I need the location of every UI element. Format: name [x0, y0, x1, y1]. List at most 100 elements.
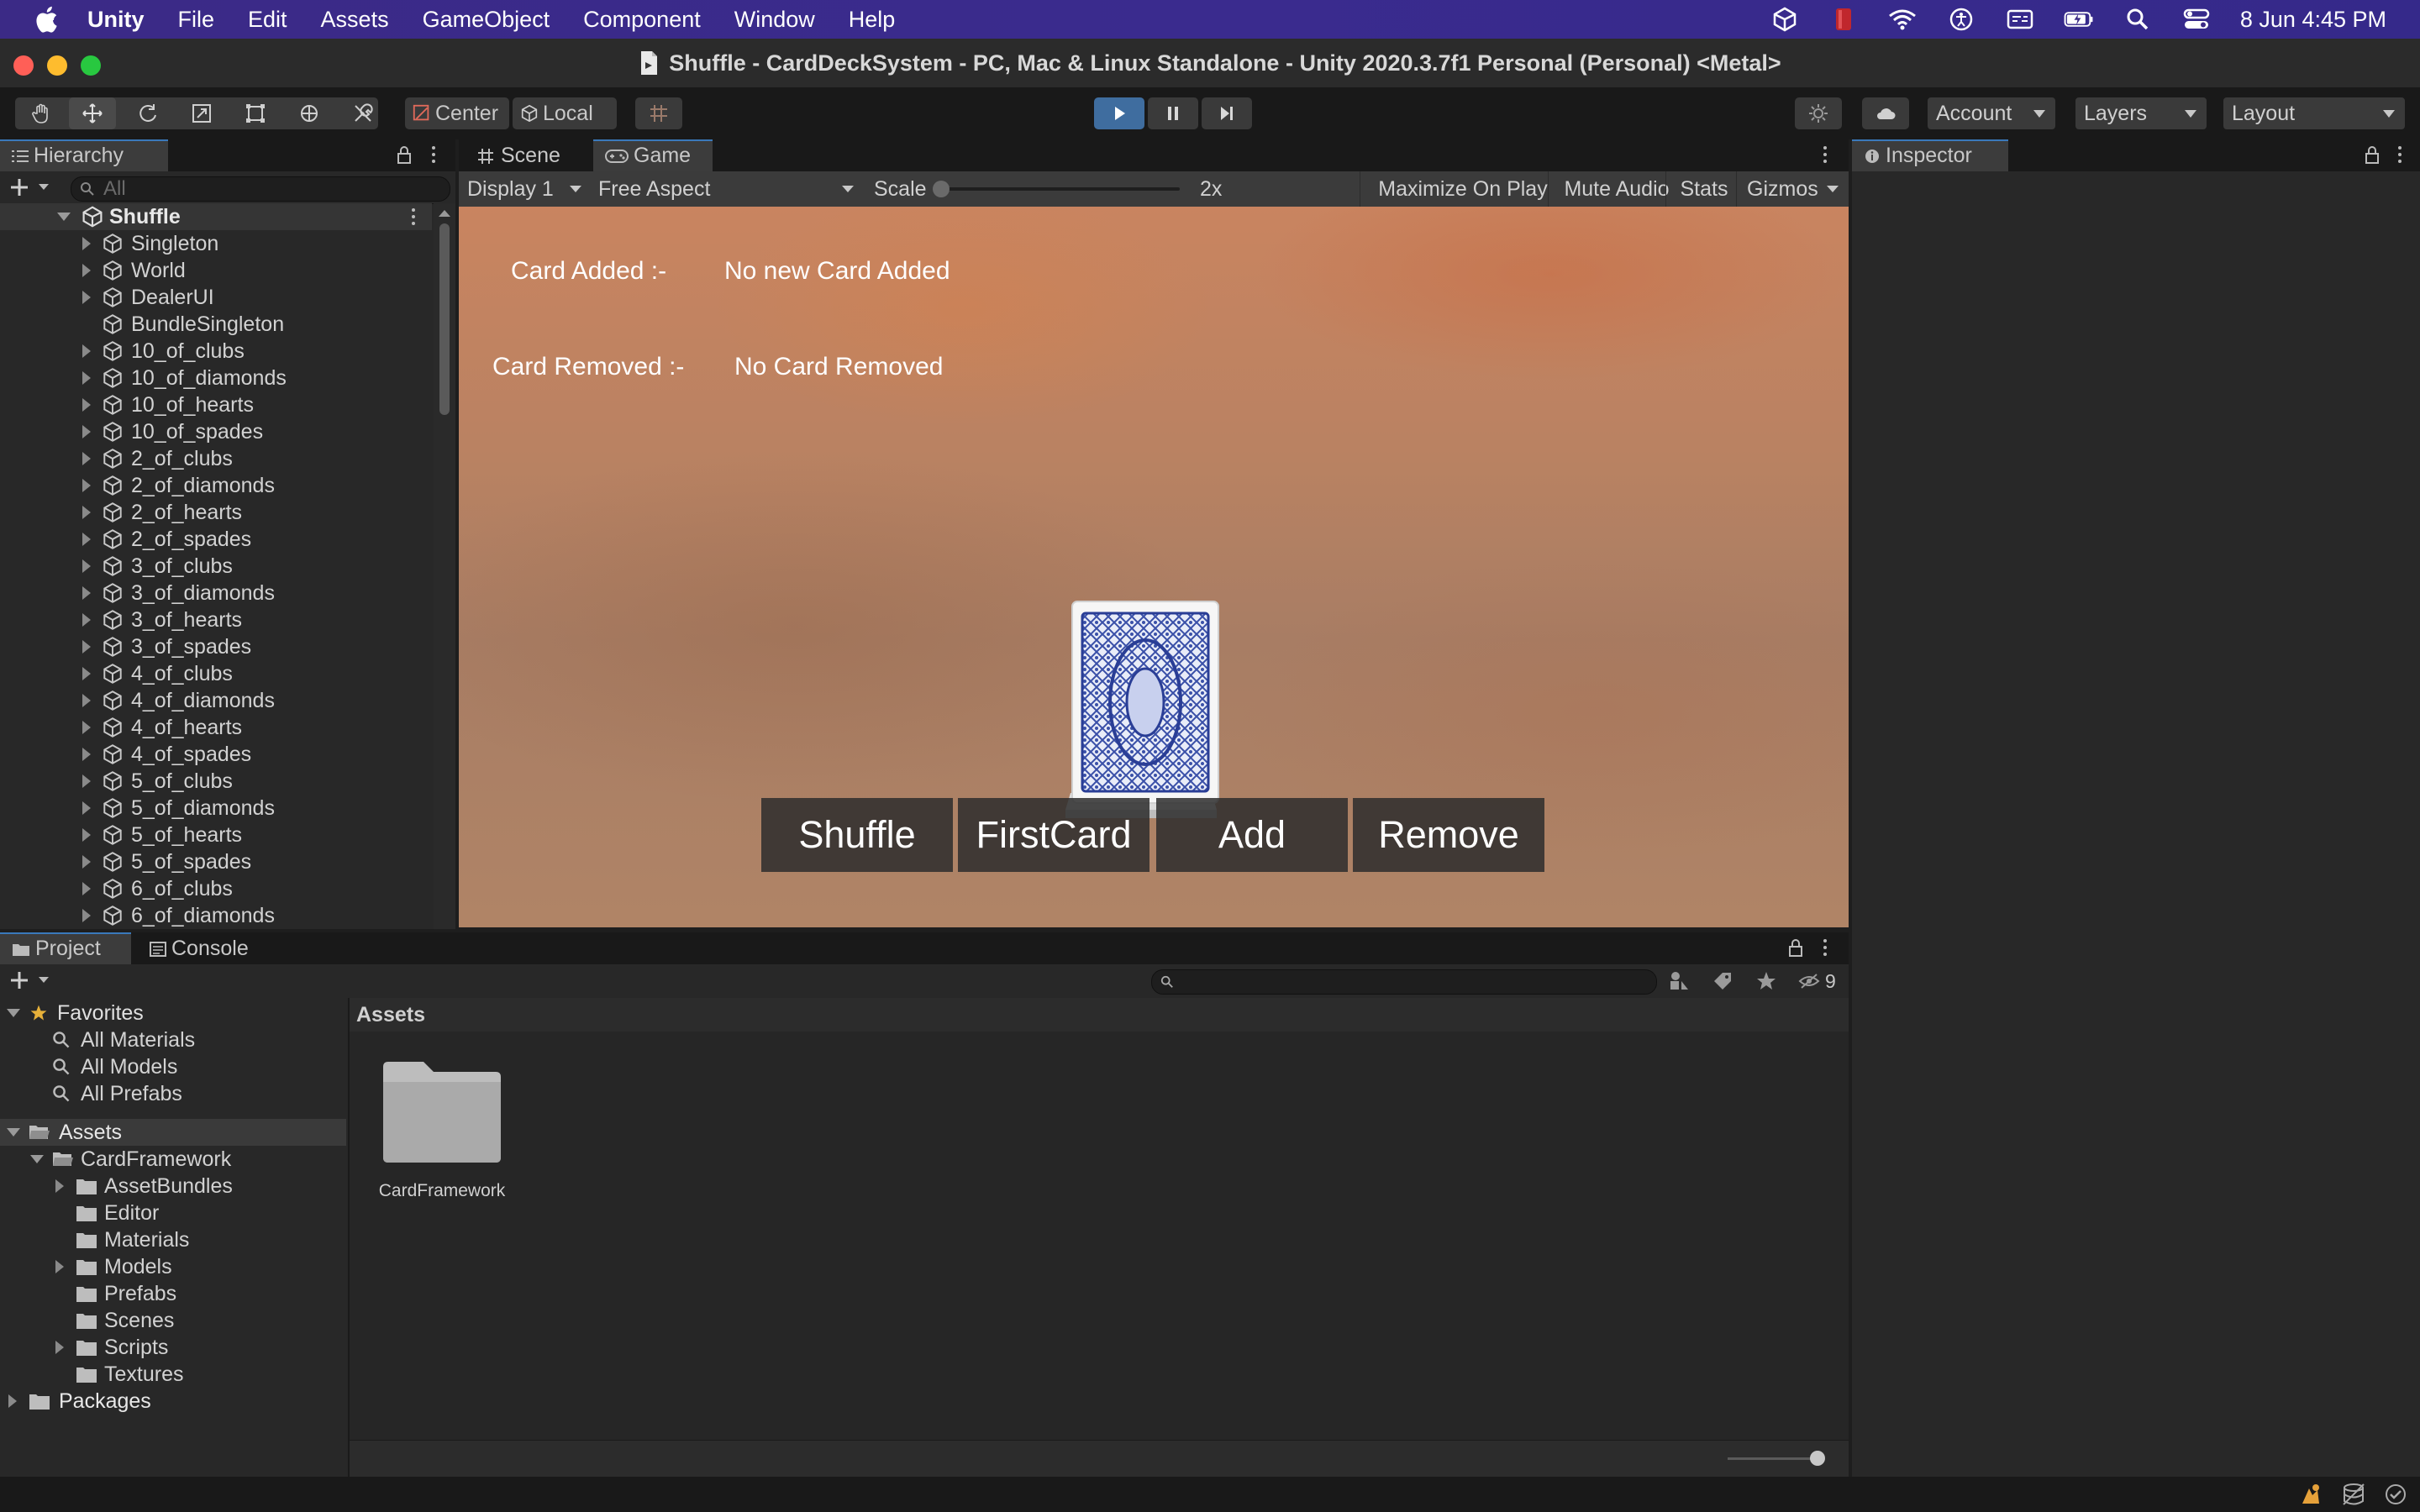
- project-subfolder-row[interactable]: AssetBundles: [0, 1173, 346, 1200]
- view-menu-icon[interactable]: [1823, 146, 1827, 166]
- hierarchy-scrollbar[interactable]: [434, 203, 455, 981]
- red-app-icon[interactable]: [1828, 7, 1859, 32]
- hidden-packages-toggle[interactable]: 9: [1797, 969, 1844, 993]
- tab-scene[interactable]: Scene: [466, 139, 593, 171]
- icon-size-slider-thumb[interactable]: [1810, 1451, 1825, 1466]
- menu-app-name[interactable]: Unity: [87, 7, 145, 33]
- gizmos-toggle[interactable]: Gizmos: [1736, 171, 1849, 207]
- scale-slider-thumb[interactable]: [933, 181, 950, 197]
- hierarchy-item[interactable]: 10_of_clubs: [0, 338, 432, 365]
- expand-arrow-icon[interactable]: [82, 613, 91, 627]
- expand-arrow-icon[interactable]: [82, 774, 91, 788]
- expand-arrow-icon[interactable]: [82, 344, 91, 358]
- card-framework-expand-arrow[interactable]: [30, 1155, 44, 1163]
- expand-arrow-icon[interactable]: [82, 452, 91, 465]
- cache-server-icon[interactable]: [2341, 1482, 2366, 1507]
- maximize-on-play-toggle[interactable]: Maximize On Play: [1360, 171, 1565, 207]
- lock-icon[interactable]: [1788, 939, 1803, 958]
- favorites-expand-arrow[interactable]: [7, 1009, 20, 1017]
- spotlight-search-icon[interactable]: [2123, 7, 2153, 32]
- packages-row[interactable]: Packages: [0, 1388, 346, 1415]
- add-button[interactable]: Add: [1156, 798, 1348, 872]
- hierarchy-item[interactable]: 6_of_diamonds: [0, 902, 432, 929]
- assets-expand-arrow[interactable]: [7, 1128, 20, 1137]
- hierarchy-item[interactable]: BundleSingleton: [0, 311, 432, 338]
- expand-arrow-icon[interactable]: [82, 694, 91, 707]
- first-card-button[interactable]: FirstCard: [958, 798, 1150, 872]
- hierarchy-item[interactable]: 3_of_clubs: [0, 553, 432, 580]
- expand-arrow-icon[interactable]: [82, 291, 91, 304]
- hand-tool-icon[interactable]: [18, 97, 66, 129]
- expand-arrow-icon[interactable]: [82, 237, 91, 250]
- scale-tool-icon[interactable]: [178, 97, 225, 129]
- favorite-item[interactable]: All Prefabs: [0, 1080, 346, 1107]
- hierarchy-menu-icon[interactable]: [432, 146, 435, 166]
- create-add-button[interactable]: [8, 176, 55, 198]
- expand-arrow-icon[interactable]: [82, 667, 91, 680]
- icon-size-slider[interactable]: [1728, 1451, 1825, 1466]
- hierarchy-item[interactable]: 6_of_clubs: [0, 875, 432, 902]
- hierarchy-search-input[interactable]: All: [71, 176, 450, 202]
- expand-arrow-icon[interactable]: [82, 801, 91, 815]
- apple-icon[interactable]: [34, 4, 59, 34]
- unity-icon[interactable]: [1770, 7, 1800, 32]
- tab-hierarchy[interactable]: Hierarchy: [0, 139, 168, 171]
- move-tool-icon[interactable]: [69, 97, 116, 129]
- hierarchy-scroll-thumb[interactable]: [439, 223, 450, 415]
- menu-edit[interactable]: Edit: [248, 7, 287, 33]
- pivot-local-button[interactable]: Local: [513, 97, 617, 129]
- create-asset-button[interactable]: [8, 969, 55, 993]
- stats-toggle[interactable]: Stats: [1665, 171, 1742, 207]
- game-view[interactable]: Card Added :- No new Card Added Card Rem…: [459, 207, 1849, 927]
- favorites-star-icon[interactable]: [1754, 969, 1778, 993]
- menu-help[interactable]: Help: [849, 7, 896, 33]
- hierarchy-item[interactable]: 5_of_hearts: [0, 822, 432, 848]
- expand-arrow-icon[interactable]: [82, 506, 91, 519]
- step-button[interactable]: [1202, 97, 1252, 129]
- menu-window[interactable]: Window: [734, 7, 815, 33]
- tab-inspector[interactable]: Inspector: [1852, 139, 2008, 171]
- mute-audio-toggle[interactable]: Mute Audio: [1548, 171, 1685, 207]
- expand-arrow-icon[interactable]: [82, 748, 91, 761]
- expand-arrow-icon[interactable]: [82, 721, 91, 734]
- hierarchy-item[interactable]: Singleton: [0, 230, 432, 257]
- cloud-icon[interactable]: [1862, 97, 1909, 129]
- scene-root-row[interactable]: Shuffle: [0, 203, 432, 230]
- pause-button[interactable]: [1148, 97, 1198, 129]
- grid-snap-icon[interactable]: [635, 97, 682, 129]
- hierarchy-item[interactable]: 5_of_diamonds: [0, 795, 432, 822]
- favorites-row[interactable]: Favorites: [0, 1000, 346, 1026]
- expand-arrow-icon[interactable]: [82, 533, 91, 546]
- asset-folder-card-framework[interactable]: CardFramework: [366, 1060, 518, 1211]
- rect-tool-icon[interactable]: [232, 97, 279, 129]
- inspector-menu-icon[interactable]: [2398, 146, 2402, 166]
- project-subfolder-row[interactable]: Models: [0, 1253, 346, 1280]
- accessibility-icon[interactable]: [1946, 7, 1976, 32]
- hierarchy-item[interactable]: 5_of_spades: [0, 848, 432, 875]
- scene-expand-arrow[interactable]: [57, 213, 71, 221]
- display-dropdown[interactable]: Display 1: [462, 171, 588, 207]
- battery-icon[interactable]: [2064, 7, 2094, 32]
- lock-icon[interactable]: [2365, 146, 2380, 165]
- wifi-icon[interactable]: [1887, 7, 1918, 32]
- packages-expand-arrow[interactable]: [8, 1394, 17, 1408]
- favorite-item[interactable]: All Models: [0, 1053, 346, 1080]
- hierarchy-item[interactable]: 10_of_hearts: [0, 391, 432, 418]
- hierarchy-item[interactable]: 10_of_diamonds: [0, 365, 432, 391]
- hierarchy-item[interactable]: 2_of_spades: [0, 526, 432, 553]
- expand-arrow-icon[interactable]: [82, 479, 91, 492]
- expand-arrow-icon[interactable]: [82, 855, 91, 869]
- rotate-tool-icon[interactable]: [124, 97, 171, 129]
- hierarchy-item[interactable]: World: [0, 257, 432, 284]
- expand-arrow-icon[interactable]: [55, 1179, 64, 1193]
- project-subfolder-row[interactable]: Materials: [0, 1226, 346, 1253]
- auto-generate-lighting-icon[interactable]: [2297, 1482, 2323, 1507]
- transform-tool-icon[interactable]: [286, 97, 333, 129]
- project-subfolder-row[interactable]: Prefabs: [0, 1280, 346, 1307]
- menu-file[interactable]: File: [178, 7, 215, 33]
- expand-arrow-icon[interactable]: [82, 586, 91, 600]
- collab-status-check-icon[interactable]: [2383, 1482, 2408, 1507]
- expand-arrow-icon[interactable]: [82, 828, 91, 842]
- scene-menu-icon[interactable]: [412, 208, 415, 228]
- scroll-up-arrow-icon[interactable]: [439, 210, 450, 217]
